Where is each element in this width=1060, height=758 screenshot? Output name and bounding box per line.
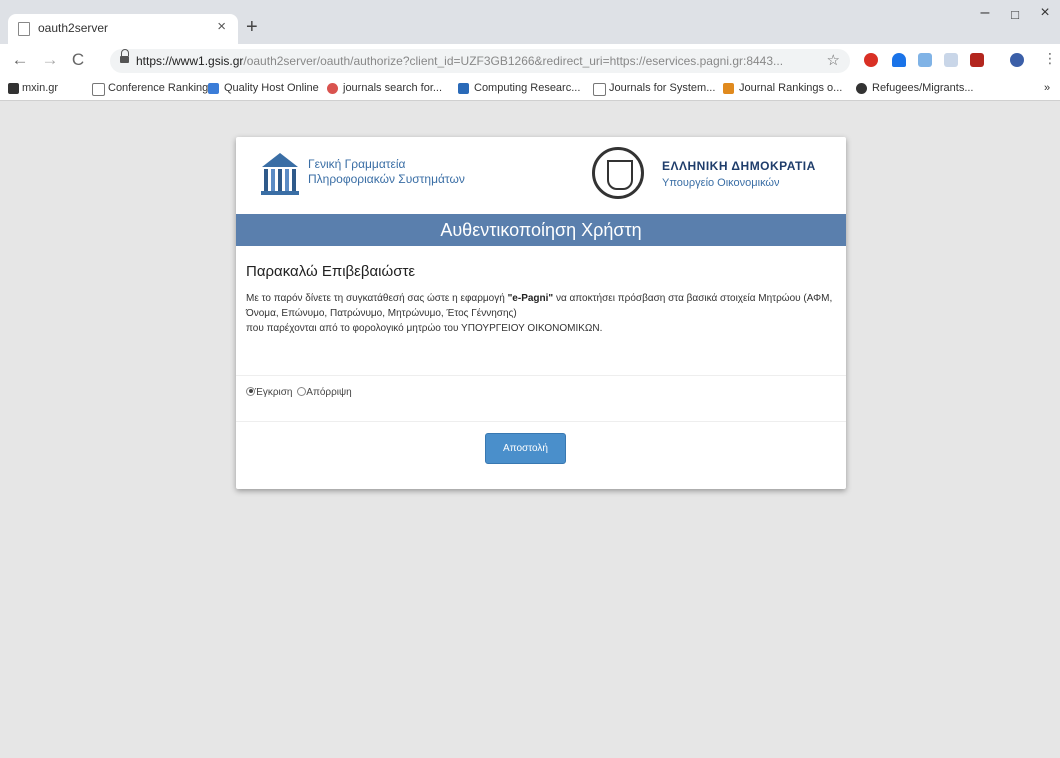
gov-title: ΕΛΛΗΝΙΚΗ ΔΗΜΟΚΡΑΤΙΑ [662,159,816,173]
close-window-button[interactable]: × [1030,4,1060,22]
bookmark-icon [208,83,219,94]
page-icon [92,83,105,96]
maximize-button[interactable]: □ [1000,7,1030,22]
bookmark-journal-rankings[interactable]: Journal Rankings o... [739,82,842,94]
bookmark-star-icon[interactable]: ☆ [827,51,840,69]
page-content: Γενική Γραμματεία Πληροφοριακών Συστημάτ… [0,101,1060,758]
page-icon [18,22,30,36]
gsis-logo [261,153,299,195]
back-icon[interactable]: ← [10,50,30,70]
close-tab-icon[interactable]: × [217,18,226,35]
bookmark-journals-systems[interactable]: Journals for System... [609,82,715,94]
profile-avatar[interactable] [1010,53,1024,67]
bookmark-icon [723,83,734,94]
pdf-extension-icon[interactable] [970,53,984,67]
tab-strip: oauth2server × + – □ × [0,0,1060,44]
approve-radio[interactable] [246,386,255,396]
menu-icon[interactable]: ⋮ [1040,50,1060,67]
more-bookmarks-icon[interactable]: » [1044,82,1050,94]
org-name: Γενική Γραμματεία Πληροφοριακών Συστημάτ… [308,157,465,186]
bookmark-icon [327,83,338,94]
consent-text: Με το παρόν δίνετε τη συγκατάθεσή σας ώσ… [246,293,833,334]
reject-label[interactable]: Απόρριψη [306,387,351,398]
page-icon [593,83,606,96]
upload-extension-icon[interactable] [892,53,906,67]
pocket-extension-icon[interactable] [944,53,958,67]
greek-republic-seal [592,147,644,199]
bookmark-mxin[interactable]: mxin.gr [22,82,58,94]
forward-icon[interactable]: → [40,50,60,70]
browser-chrome: oauth2server × + – □ × ← → C https://www… [0,0,1060,101]
new-tab-button[interactable]: + [246,16,258,39]
browser-toolbar: ← → C https://www1.gsis.gr/oauth2server/… [0,44,1060,78]
bookmark-refugees[interactable]: Refugees/Migrants... [872,82,974,94]
browser-tab[interactable]: oauth2server × [8,14,238,44]
ministry-name: Υπουργείο Οικονομικών [662,177,780,189]
url-text[interactable]: https://www1.gsis.gr/oauth2server/oauth/… [136,54,806,68]
divider [236,375,846,376]
minimize-button[interactable]: – [970,4,1000,22]
reload-icon[interactable]: C [68,50,88,70]
bookmark-icon [856,83,867,94]
app-name: "e-Pagni" [507,293,554,304]
bookmark-journals-search[interactable]: journals search for... [343,82,442,94]
tab-title: oauth2server [38,21,109,35]
bookmark-conference-ranking[interactable]: Conference Ranking [108,82,208,94]
bookmark-icon [8,83,19,94]
opera-extension-icon[interactable] [864,53,878,67]
approve-label[interactable]: Έγκριση [255,387,293,398]
bookmark-icon [458,83,469,94]
auth-banner: Αυθεντικοποίηση Χρήστη [236,214,846,246]
bookmark-quality-host[interactable]: Quality Host Online [224,82,319,94]
address-bar[interactable]: https://www1.gsis.gr/oauth2server/oauth/… [110,49,850,73]
consent-radio-group: Έγκριση Απόρριψη [246,386,352,398]
divider [236,421,846,422]
consent-card: Γενική Γραμματεία Πληροφοριακών Συστημάτ… [236,137,846,489]
bookmarks-bar: mxin.gr Conference Ranking Quality Host … [0,78,1060,101]
cast-extension-icon[interactable] [918,53,932,67]
bookmark-computing-research[interactable]: Computing Researc... [474,82,580,94]
confirm-title: Παρακαλώ Επιβεβαιώστε [246,263,416,280]
lock-icon [120,49,129,63]
reject-radio[interactable] [297,386,307,396]
submit-button[interactable]: Αποστολή [485,433,566,464]
